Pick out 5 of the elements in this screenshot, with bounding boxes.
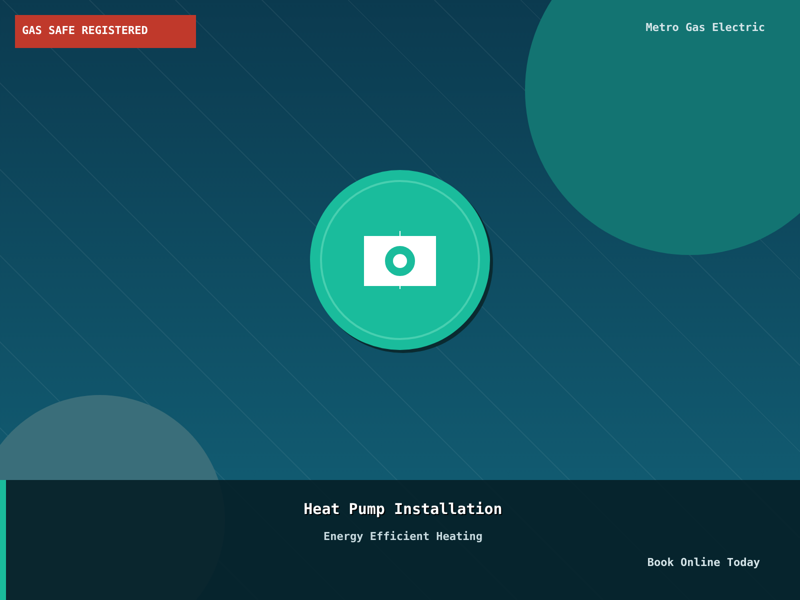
brand-name: Metro Gas Electric — [646, 20, 765, 36]
booking-text: Book Online Today — [647, 555, 760, 571]
panel-title: Heat Pump Installation — [302, 499, 504, 520]
panel-subtitle: Energy Efficient Heating — [322, 528, 484, 544]
certification-badge: GAS SAFE REGISTERED — [15, 15, 196, 48]
